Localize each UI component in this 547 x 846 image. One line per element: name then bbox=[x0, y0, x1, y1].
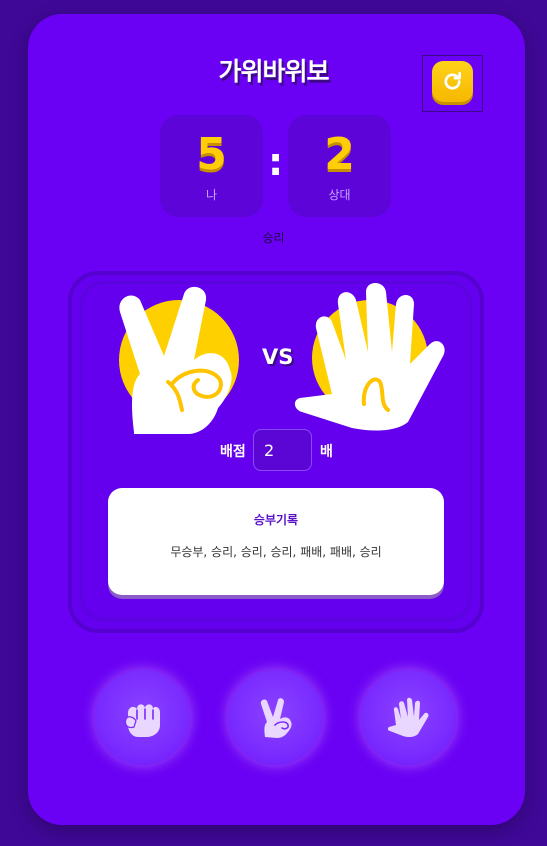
refresh-icon bbox=[444, 72, 462, 90]
my-choice-scissors-icon bbox=[119, 286, 239, 434]
rock-icon bbox=[124, 704, 160, 737]
opponent-score-box: 2 상대 bbox=[288, 115, 391, 217]
paper-button[interactable] bbox=[361, 670, 456, 765]
match-record-panel: 승부기록 무승부, 승리, 승리, 승리, 패배, 패배, 승리 bbox=[108, 488, 444, 595]
opponent-choice-paper-icon bbox=[294, 283, 445, 431]
bet-label: 배점 bbox=[220, 444, 246, 460]
my-score-box: 5 나 bbox=[160, 115, 263, 217]
rock-button[interactable] bbox=[95, 670, 190, 765]
reset-button[interactable] bbox=[432, 61, 473, 102]
scissors-icon bbox=[260, 698, 292, 738]
opponent-score-label: 상대 bbox=[328, 188, 351, 202]
score-separator: : bbox=[268, 140, 284, 184]
record-history: 무승부, 승리, 승리, 승리, 패배, 패배, 승리 bbox=[170, 545, 382, 559]
record-title: 승부기록 bbox=[253, 513, 299, 527]
paper-icon bbox=[387, 697, 429, 738]
bet-input[interactable] bbox=[253, 429, 312, 471]
my-score-label: 나 bbox=[205, 188, 218, 202]
bet-unit: 배 bbox=[320, 444, 333, 460]
vs-label: VS bbox=[262, 345, 294, 369]
round-result: 승리 bbox=[262, 231, 285, 245]
opponent-score: 2 bbox=[324, 129, 355, 180]
scissors-button[interactable] bbox=[228, 670, 323, 765]
my-score: 5 bbox=[196, 129, 227, 180]
reset-button-frame bbox=[422, 55, 483, 112]
